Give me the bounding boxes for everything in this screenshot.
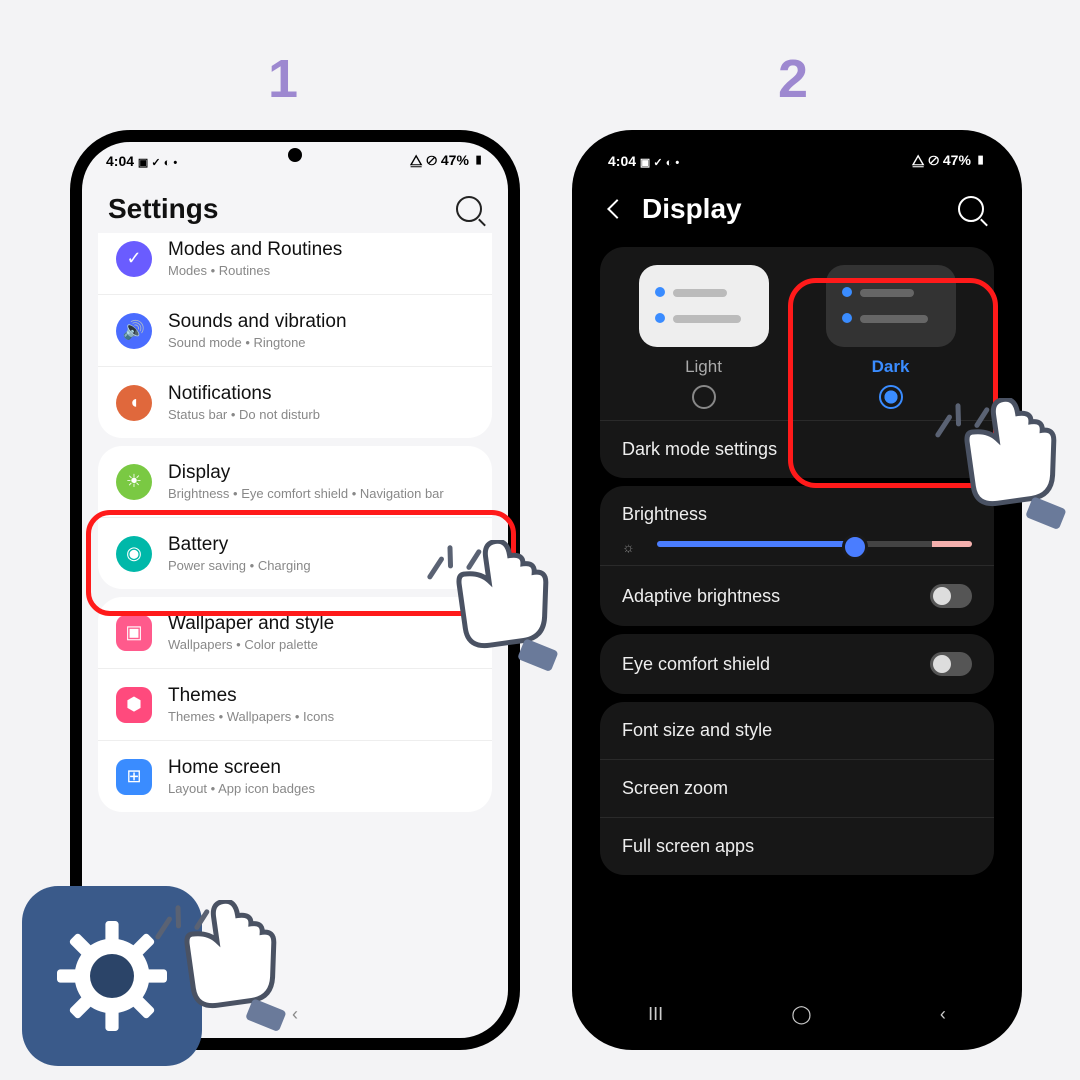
adaptive-brightness-row[interactable]: Adaptive brightness (600, 565, 994, 626)
light-radio[interactable] (692, 385, 716, 409)
nav-recents-icon[interactable]: III (648, 1004, 663, 1025)
wallpaper-icon: ▣ (116, 615, 152, 651)
step-number-1: 1 (268, 48, 298, 110)
status-bar: 4:04 ▣ ✓ ◐ • ⧋ ⊘ 47% ▮ (584, 142, 1010, 175)
row-display[interactable]: ☀ Display Brightness • Eye comfort shield… (98, 446, 492, 518)
back-icon[interactable] (607, 199, 627, 219)
row-sub: Themes • Wallpapers • Icons (168, 709, 474, 724)
row-sub: Modes • Routines (168, 263, 474, 278)
theme-option-light[interactable]: Light (639, 265, 769, 414)
theme-option-dark[interactable]: Dark (826, 265, 956, 414)
font-size-row[interactable]: Font size and style (600, 702, 994, 759)
row-sub: Sound mode • Ringtone (168, 335, 474, 350)
status-time: 4:04 ▣ ✓ ◐ • (608, 153, 679, 169)
search-icon[interactable] (958, 196, 984, 222)
status-time: 4:04 ▣ ✓ ◐ • (106, 153, 177, 169)
status-right: ⧋ ⊘ 47% ▮ (912, 152, 986, 169)
status-right: ⧋ ⊘ 47% ▮ (410, 152, 484, 169)
row-sub: Status bar • Do not disturb (168, 407, 474, 422)
dark-radio[interactable] (879, 385, 903, 409)
pointer-hand-icon (410, 540, 580, 710)
screen-zoom-row[interactable]: Screen zoom (600, 759, 994, 817)
row-modes-routines[interactable]: ✓ Modes and Routines Modes • Routines (98, 233, 492, 295)
nav-home-icon[interactable]: ◯ (791, 1004, 811, 1025)
modes-icon: ✓ (116, 241, 152, 277)
row-title: Sounds and vibration (168, 311, 474, 333)
light-label: Light (639, 357, 769, 377)
row-home-screen[interactable]: ⊞ Home screen Layout • App icon badges (98, 741, 492, 812)
nav-bar: III ◯ ‹ (584, 990, 1010, 1038)
page-title: Settings (108, 193, 456, 225)
row-title: Notifications (168, 383, 474, 405)
display-header: Display (584, 175, 1010, 239)
phone-frame-display: 4:04 ▣ ✓ ◐ • ⧋ ⊘ 47% ▮ Display Light D (572, 130, 1022, 1050)
misc-card: Font size and style Screen zoom Full scr… (600, 702, 994, 875)
settings-header: Settings (82, 175, 508, 239)
themes-icon: ⬢ (116, 687, 152, 723)
search-icon[interactable] (456, 196, 482, 222)
brightness-low-icon: ☼ (622, 539, 635, 555)
page-title: Display (642, 193, 958, 225)
row-notifications[interactable]: ◖ Notifications Status bar • Do not distu… (98, 367, 492, 438)
row-title: Display (168, 462, 474, 484)
row-sub: Layout • App icon badges (168, 781, 474, 796)
adaptive-toggle[interactable] (930, 584, 972, 608)
settings-card-1: ✓ Modes and Routines Modes • Routines 🔊 S… (98, 233, 492, 438)
row-title: Modes and Routines (168, 239, 474, 261)
display-icon: ☀ (116, 464, 152, 500)
camera-notch (288, 148, 302, 162)
light-preview (639, 265, 769, 347)
pointer-hand-icon (138, 900, 308, 1070)
notifications-icon: ◖ (116, 385, 152, 421)
home-screen-icon: ⊞ (116, 759, 152, 795)
eye-comfort-row[interactable]: Eye comfort shield (600, 634, 994, 694)
eye-toggle[interactable] (930, 652, 972, 676)
pointer-hand-icon (918, 398, 1080, 568)
row-sub: Brightness • Eye comfort shield • Naviga… (168, 486, 474, 501)
full-screen-apps-row[interactable]: Full screen apps (600, 817, 994, 875)
step-number-2: 2 (778, 48, 808, 110)
row-title: Home screen (168, 757, 474, 779)
nav-back-icon[interactable]: ‹ (940, 1004, 946, 1025)
row-sounds[interactable]: 🔊 Sounds and vibration Sound mode • Ringt… (98, 295, 492, 367)
dark-preview (826, 265, 956, 347)
battery-icon: ◉ (116, 536, 152, 572)
dark-label: Dark (826, 357, 956, 377)
eye-card: Eye comfort shield (600, 634, 994, 694)
sound-icon: 🔊 (116, 313, 152, 349)
